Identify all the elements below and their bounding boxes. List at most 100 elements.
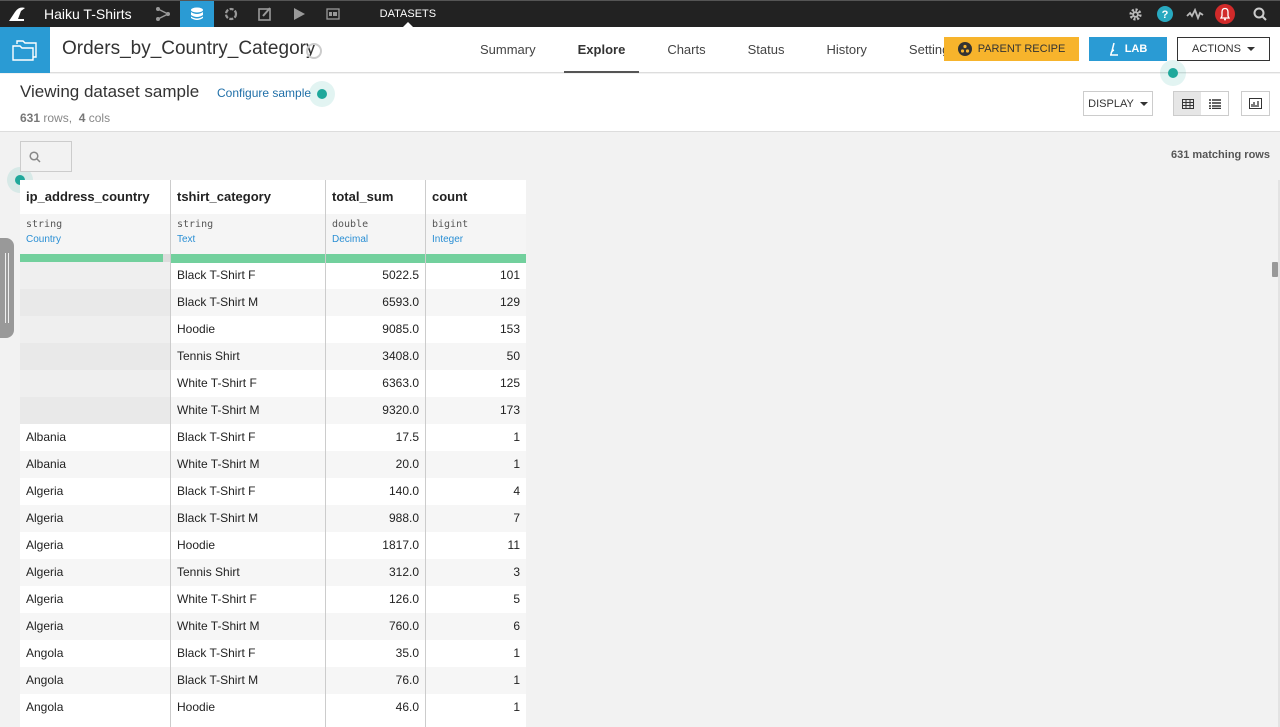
- tab-status[interactable]: Status: [734, 27, 799, 73]
- table-cell-tshirt-category[interactable]: White T-Shirt F: [171, 586, 325, 613]
- table-cell-ip-address-country[interactable]: Angola: [20, 694, 170, 721]
- table-row[interactable]: Angola Black T-Shirt F 35.0 1: [20, 640, 526, 667]
- column-header-count[interactable]: count bigint Integer: [426, 180, 526, 263]
- table-row[interactable]: Angola Hoodie 46.0 1: [20, 694, 526, 721]
- table-row[interactable]: Algeria Black T-Shirt M 988.0 7: [20, 505, 526, 532]
- table-cell-count[interactable]: 11: [426, 532, 526, 559]
- table-cell-total-sum[interactable]: 20.0: [326, 451, 425, 478]
- table-row[interactable]: White T-Shirt F 6363.0 125: [20, 370, 526, 397]
- vertical-scrollbar-thumb[interactable]: [1272, 262, 1278, 277]
- table-cell-total-sum[interactable]: 140.0: [326, 478, 425, 505]
- table-cell-total-sum[interactable]: 1817.0: [326, 532, 425, 559]
- column-name[interactable]: ip_address_country: [20, 180, 170, 214]
- table-cell-count[interactable]: 129: [426, 289, 526, 316]
- table-row[interactable]: Hoodie 9085.0 153: [20, 316, 526, 343]
- table-cell-ip-address-country[interactable]: Angola: [20, 667, 170, 694]
- actions-dropdown[interactable]: ACTIONS: [1177, 37, 1270, 61]
- table-cell-total-sum[interactable]: 9320.0: [326, 397, 425, 424]
- table-cell-count[interactable]: 153: [426, 316, 526, 343]
- table-cell-total-sum[interactable]: 126.0: [326, 586, 425, 613]
- table-cell-tshirt-category[interactable]: Hoodie: [171, 532, 325, 559]
- column-header-total-sum[interactable]: total_sum double Decimal: [326, 180, 425, 263]
- table-row[interactable]: Tennis Shirt 3408.0 50: [20, 343, 526, 370]
- lab-button[interactable]: LAB: [1089, 37, 1167, 61]
- table-cell-total-sum[interactable]: 17.5: [326, 424, 425, 451]
- table-row[interactable]: Algeria Tennis Shirt 312.0 3: [20, 559, 526, 586]
- table-row[interactable]: Algeria White T-Shirt M 760.0 6: [20, 613, 526, 640]
- table-cell-tshirt-category[interactable]: Black T-Shirt M: [171, 289, 325, 316]
- table-cell-total-sum[interactable]: 3408.0: [326, 343, 425, 370]
- table-cell-total-sum[interactable]: 35.0: [326, 640, 425, 667]
- table-cell-total-sum[interactable]: 76.0: [326, 667, 425, 694]
- tab-history[interactable]: History: [812, 27, 880, 73]
- table-cell-total-sum[interactable]: 6363.0: [326, 370, 425, 397]
- table-row[interactable]: White T-Shirt M 9320.0 173: [20, 397, 526, 424]
- dashboards-icon[interactable]: [316, 1, 350, 27]
- search-icon[interactable]: [1240, 1, 1280, 27]
- tab-charts[interactable]: Charts: [653, 27, 719, 73]
- hint-dot-lab[interactable]: [1160, 60, 1186, 86]
- table-cell-total-sum[interactable]: 46.0: [326, 694, 425, 721]
- table-cell-tshirt-category[interactable]: White T-Shirt M: [171, 397, 325, 424]
- project-name[interactable]: Haiku T-Shirts: [44, 6, 132, 22]
- table-cell-count[interactable]: 1: [426, 451, 526, 478]
- table-cell-tshirt-category[interactable]: Tennis Shirt: [171, 343, 325, 370]
- recipes-icon[interactable]: [214, 1, 248, 27]
- table-cell-tshirt-category[interactable]: Hoodie: [171, 694, 325, 721]
- table-cell-ip-address-country[interactable]: Albania: [20, 424, 170, 451]
- activity-icon[interactable]: [1180, 1, 1210, 27]
- table-row[interactable]: Angola Black T-Shirt M 76.0 1: [20, 667, 526, 694]
- table-cell-count[interactable]: 125: [426, 370, 526, 397]
- table-cell-count[interactable]: 101: [426, 262, 526, 289]
- table-cell-count[interactable]: 173: [426, 397, 526, 424]
- column-meaning[interactable]: Text: [177, 234, 325, 245]
- table-row[interactable]: Black T-Shirt F 5022.5 101: [20, 262, 526, 289]
- table-cell-count[interactable]: 1: [426, 667, 526, 694]
- table-cell-ip-address-country[interactable]: Algeria: [20, 478, 170, 505]
- table-cell-tshirt-category[interactable]: Black T-Shirt F: [171, 640, 325, 667]
- column-meaning[interactable]: Decimal: [332, 234, 425, 245]
- column-name[interactable]: tshirt_category: [171, 180, 325, 214]
- configure-sample-link[interactable]: Configure sample: [217, 86, 311, 100]
- left-panel-handle[interactable]: [0, 238, 14, 338]
- table-cell-count[interactable]: 3: [426, 559, 526, 586]
- table-cell-tshirt-category[interactable]: White T-Shirt F: [171, 370, 325, 397]
- hint-dot-configure[interactable]: [309, 81, 335, 107]
- table-cell-ip-address-country[interactable]: [20, 343, 170, 370]
- table-cell-tshirt-category[interactable]: Black T-Shirt F: [171, 478, 325, 505]
- table-cell-count[interactable]: 6: [426, 613, 526, 640]
- tab-explore[interactable]: Explore: [563, 27, 640, 73]
- table-cell-ip-address-country[interactable]: [20, 289, 170, 316]
- table-cell-ip-address-country[interactable]: [20, 370, 170, 397]
- table-cell-tshirt-category[interactable]: Black T-Shirt M: [171, 667, 325, 694]
- table-cell-count[interactable]: 50: [426, 343, 526, 370]
- table-cell-tshirt-category[interactable]: Black T-Shirt M: [171, 505, 325, 532]
- table-row[interactable]: Algeria White T-Shirt F 126.0 5: [20, 586, 526, 613]
- display-dropdown[interactable]: DISPLAY: [1083, 91, 1153, 116]
- column-meaning[interactable]: Country: [26, 234, 170, 245]
- table-cell-count[interactable]: 1: [426, 424, 526, 451]
- table-cell-ip-address-country[interactable]: Angola: [20, 640, 170, 667]
- table-cell-tshirt-category[interactable]: Hoodie: [171, 316, 325, 343]
- parent-recipe-button[interactable]: PARENT RECIPE: [944, 37, 1079, 61]
- table-search-input[interactable]: [20, 141, 72, 172]
- table-cell-count[interactable]: 7: [426, 505, 526, 532]
- column-meaning[interactable]: Integer: [432, 234, 526, 245]
- table-cell-count[interactable]: 1: [426, 640, 526, 667]
- dataset-name[interactable]: Orders_by_Country_Category: [62, 38, 315, 60]
- dataiku-bird-logo-icon[interactable]: [0, 1, 34, 27]
- compass-icon[interactable]: [306, 43, 322, 59]
- table-cell-total-sum[interactable]: 9085.0: [326, 316, 425, 343]
- table-cell-total-sum[interactable]: 5022.5: [326, 262, 425, 289]
- table-cell-total-sum[interactable]: 988.0: [326, 505, 425, 532]
- jobs-icon[interactable]: [282, 1, 316, 27]
- table-view-button[interactable]: [1174, 92, 1201, 115]
- table-cell-tshirt-category[interactable]: Black T-Shirt F: [171, 424, 325, 451]
- tab-summary[interactable]: Summary: [466, 27, 550, 73]
- table-cell-ip-address-country[interactable]: Algeria: [20, 505, 170, 532]
- table-row[interactable]: Black T-Shirt M 6593.0 129: [20, 289, 526, 316]
- table-cell-ip-address-country[interactable]: Algeria: [20, 613, 170, 640]
- table-cell-ip-address-country[interactable]: [20, 262, 170, 289]
- table-cell-ip-address-country[interactable]: Algeria: [20, 532, 170, 559]
- table-cell-ip-address-country[interactable]: [20, 316, 170, 343]
